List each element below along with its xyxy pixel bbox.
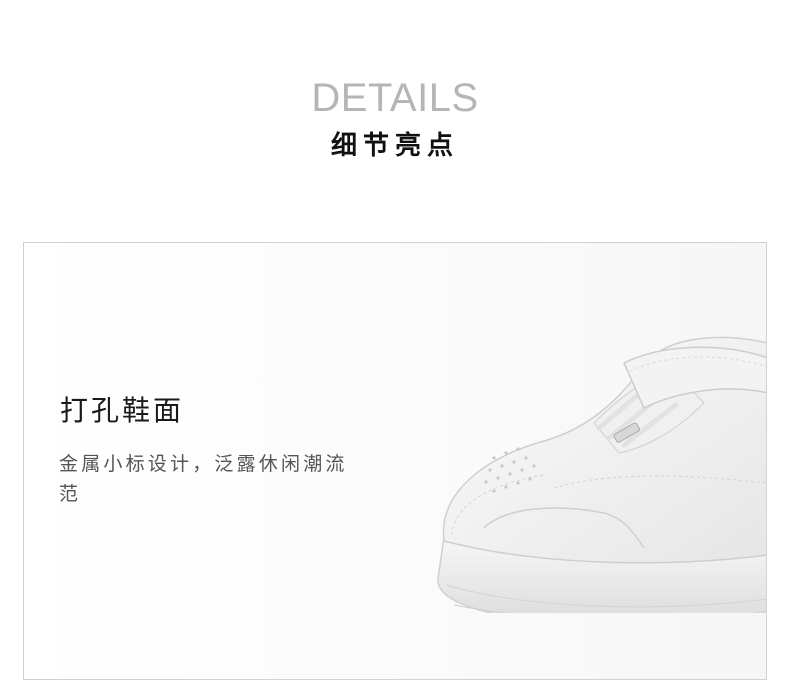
- feature-description: 金属小标设计，泛露休闲潮流范: [59, 453, 348, 505]
- section-title-en: DETAILS: [311, 76, 479, 120]
- detail-page: DETAILS 细节亮点 打孔鞋面 金属小标设计，泛露休闲潮流范: [0, 0, 790, 698]
- detail-panel: 打孔鞋面 金属小标设计，泛露休闲潮流范: [23, 242, 767, 680]
- section-title-cn: 细节亮点: [330, 131, 459, 161]
- feature-title: 打孔鞋面: [60, 394, 185, 427]
- shoe-image: [437, 336, 766, 613]
